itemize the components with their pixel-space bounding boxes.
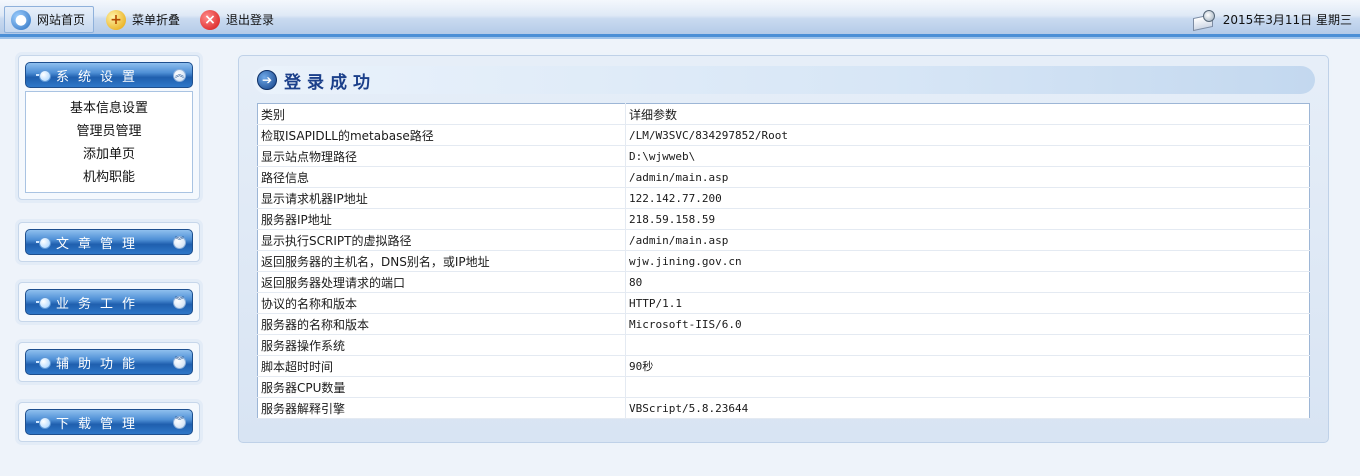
chevron-down-icon[interactable]: ︾ [173,235,186,249]
bullet-icon [36,357,51,369]
panel-title: 辅助功能 [56,356,145,372]
row-value [625,376,1310,398]
row-key: 显示请求机器IP地址 [257,187,626,209]
table-row: 服务器解释引擎 VBScript/5.8.23644 [257,397,1310,419]
table-row: 返回服务器的主机名，DNS别名，或IP地址 wjw.jining.gov.cn [257,250,1310,272]
row-key: 服务器CPU数量 [257,376,626,398]
row-key: 显示执行SCRIPT的虚拟路径 [257,229,626,251]
menu-item-org-function[interactable]: 机构职能 [26,166,192,189]
chevron-down-icon[interactable]: ︾ [173,415,186,429]
row-value: 218.59.158.59 [625,208,1310,230]
home-button-label: 网站首页 [37,13,86,27]
panel-article-manage: 文章管理 ︾ [18,222,200,262]
fold-plus-icon: + [106,9,126,30]
bullet-icon [36,417,51,429]
server-info-table: 类别 详细参数 检取ISAPIDLL的metabase路径/LM/W3SVC/8… [257,103,1310,419]
table-row: 协议的名称和版本 HTTP/1.1 [257,292,1310,314]
collapse-menu-label: 菜单折叠 [132,13,181,27]
row-key: 服务器操作系统 [257,334,626,356]
bullet-icon [36,70,51,82]
row-value: /admin/main.asp [625,229,1310,251]
row-value: wjw.jining.gov.cn [625,250,1310,272]
menu-item-basic-info[interactable]: 基本信息设置 [26,97,192,120]
top-toolbar: ● 网站首页 + 菜单折叠 × 退出登录 2015年3月11日 星期三 [0,0,1360,37]
table-row: 显示请求机器IP地址 122.142.77.200 [257,187,1310,209]
row-key: 协议的名称和版本 [257,292,626,314]
panel-business-work: 业务工作 ︾ [18,282,200,322]
row-value: D:\wjwweb\ [625,145,1310,167]
row-key: 显示站点物理路径 [257,145,626,167]
main-header: ➔ 登录成功 [253,66,1315,94]
row-value: 122.142.77.200 [625,187,1310,209]
logout-button[interactable]: × 退出登录 [194,6,282,33]
logout-x-icon: × [200,9,220,30]
panel-head-system-settings[interactable]: 系统设置 ︽ [25,62,193,88]
row-value: 90秒 [625,355,1310,377]
chevron-down-icon[interactable]: ︾ [173,295,186,309]
table-row: 显示站点物理路径 D:\wjwweb\ [257,145,1310,167]
table-row: 服务器IP地址 218.59.158.59 [257,208,1310,230]
chevron-up-icon[interactable]: ︽ [173,68,186,82]
row-key: 服务器解释引擎 [257,397,626,419]
panel-title: 下载管理 [56,416,145,432]
row-value: /LM/W3SVC/834297852/Root [625,124,1310,146]
chevron-down-icon[interactable]: ︾ [173,355,186,369]
panel-system-settings: 系统设置 ︽ 基本信息设置 管理员管理 添加单页 机构职能 [18,55,200,200]
table-row: 脚本超时时间 90秒 [257,355,1310,377]
table-row: 服务器的名称和版本 Microsoft-IIS/6.0 [257,313,1310,335]
table-row: 检取ISAPIDLL的metabase路径/LM/W3SVC/834297852… [257,124,1310,146]
panel-title: 文章管理 [56,236,145,252]
page-title: 登录成功 [284,72,376,93]
row-value: VBScript/5.8.23644 [625,397,1310,419]
bullet-icon [36,297,51,309]
row-value [625,334,1310,356]
logout-label: 退出登录 [226,13,275,27]
panel-download-manage: 下载管理 ︾ [18,402,200,442]
panel-head-business-work[interactable]: 业务工作 ︾ [25,289,193,315]
row-key: 检取ISAPIDLL的metabase路径 [257,124,626,146]
home-globe-icon: ● [11,9,31,30]
column-header-detail: 详细参数 [625,103,1310,125]
collapse-menu-button[interactable]: + 菜单折叠 [100,6,188,33]
table-row: 路径信息/admin/main.asp [257,166,1310,188]
panel-head-article-manage[interactable]: 文章管理 ︾ [25,229,193,255]
row-value: HTTP/1.1 [625,292,1310,314]
table-row: 返回服务器处理请求的端口 80 [257,271,1310,293]
submenu-list: 基本信息设置 管理员管理 添加单页 机构职能 [25,91,193,193]
arrow-right-icon: ➔ [257,70,277,90]
panel-title: 系统设置 [56,69,145,85]
row-value: /admin/main.asp [625,166,1310,188]
panel-aux-functions: 辅助功能 ︾ [18,342,200,382]
table-header-row: 类别 详细参数 [257,103,1310,125]
row-key: 脚本超时时间 [257,355,626,377]
main-panel: ➔ 登录成功 类别 详细参数 检取ISAPIDLL的metabase路径/LM/… [238,55,1329,443]
panel-title: 业务工作 [56,296,145,312]
row-value: 80 [625,271,1310,293]
menu-item-add-page[interactable]: 添加单页 [26,143,192,166]
table-row: 服务器CPU数量 [257,376,1310,398]
row-key: 服务器的名称和版本 [257,313,626,335]
row-key: 服务器IP地址 [257,208,626,230]
home-button[interactable]: ● 网站首页 [4,6,95,33]
table-row: 服务器操作系统 [257,334,1310,356]
panel-head-aux-functions[interactable]: 辅助功能 ︾ [25,349,193,375]
menu-item-admin-manage[interactable]: 管理员管理 [26,120,192,143]
table-row: 显示执行SCRIPT的虚拟路径/admin/main.asp [257,229,1310,251]
row-key: 返回服务器的主机名，DNS别名，或IP地址 [257,250,626,272]
panel-head-download-manage[interactable]: 下载管理 ︾ [25,409,193,435]
bullet-icon [36,237,51,249]
row-value: Microsoft-IIS/6.0 [625,313,1310,335]
calendar-clock-icon [1193,10,1215,28]
row-key: 返回服务器处理请求的端口 [257,271,626,293]
date-text: 2015年3月11日 星期三 [1222,12,1352,27]
date-display: 2015年3月11日 星期三 [1193,8,1352,30]
column-header-category: 类别 [257,103,626,125]
row-key: 路径信息 [257,166,626,188]
